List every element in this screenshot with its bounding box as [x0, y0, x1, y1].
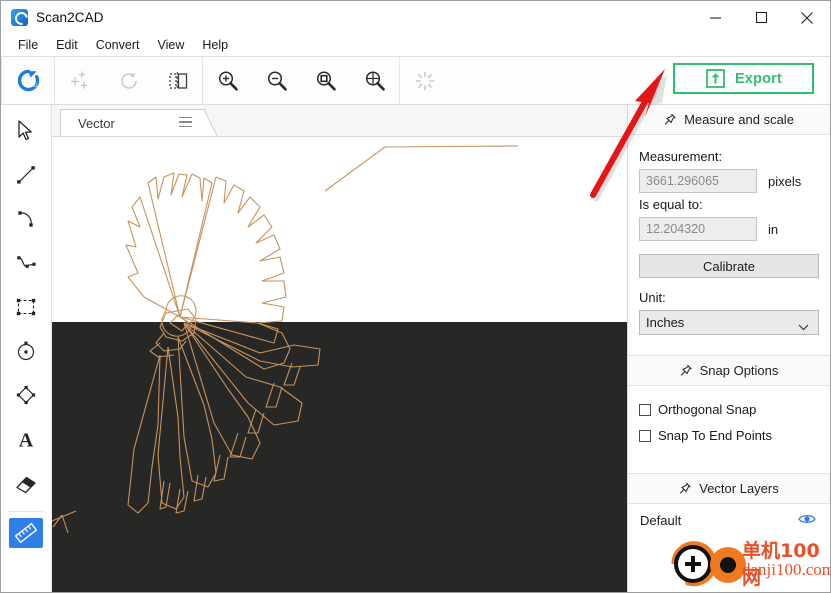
title-bar: Scan2CAD	[1, 1, 830, 34]
measurement-unit-label: pixels	[768, 173, 802, 189]
window-title: Scan2CAD	[36, 10, 104, 25]
zoom-in-icon[interactable]	[203, 57, 252, 104]
rectangle-tool[interactable]	[3, 285, 49, 329]
snap-panel-header[interactable]: Snap Options	[628, 355, 830, 386]
tab-slant-border	[204, 109, 220, 136]
window-controls	[692, 1, 830, 34]
svg-text:2CAD: 2CAD	[24, 83, 38, 89]
snap-to-end-points-label: Snap To End Points	[658, 428, 772, 443]
chevron-down-icon	[798, 319, 809, 334]
eraser-tool[interactable]	[3, 461, 49, 505]
is-equal-to-label: Is equal to:	[639, 197, 703, 212]
upload-arrow-icon	[706, 69, 725, 88]
convert-icon[interactable]: 2CAD	[2, 57, 54, 104]
maximize-icon[interactable]	[738, 1, 784, 34]
snap-panel-body: Orthogonal Snap Snap To End Points	[628, 386, 830, 460]
export-button[interactable]: Export	[673, 63, 814, 94]
spline-tool[interactable]	[3, 241, 49, 285]
line-tool[interactable]	[3, 153, 49, 197]
hamburger-menu-icon[interactable]	[179, 117, 192, 128]
menu-item-help[interactable]: Help	[193, 36, 237, 54]
vector-canvas[interactable]	[52, 137, 627, 592]
snap-to-end-points-row[interactable]: Snap To End Points	[639, 428, 819, 443]
zoom-fit-icon[interactable]	[301, 57, 350, 104]
unit-select[interactable]: Inches	[639, 310, 819, 335]
orthogonal-snap-label: Orthogonal Snap	[658, 402, 757, 417]
polygon-tool[interactable]	[3, 373, 49, 417]
is-equal-to-row: 12.204320 in	[639, 217, 819, 241]
export-button-label: Export	[734, 70, 783, 87]
tab-vector-label: Vector	[78, 115, 115, 131]
unit-select-value: Inches	[646, 315, 685, 330]
menu-item-file[interactable]: File	[9, 36, 47, 54]
menu-bar: File Edit Convert View Help	[1, 34, 830, 57]
unit-label: Unit:	[639, 290, 666, 305]
export-button-wrapper: Export	[673, 63, 814, 94]
loading-spinner-icon	[400, 57, 449, 104]
layers-panel-title: Vector Layers	[699, 481, 779, 496]
auto-enhance-icon	[55, 57, 104, 104]
eye-visible-icon[interactable]	[798, 513, 816, 528]
text-tool[interactable]: A	[3, 417, 49, 461]
tool-rail: A	[1, 105, 52, 592]
measure-panel-body: Measurement: 3661.296065 pixels Is equal…	[628, 135, 830, 341]
right-panel: Measure and scale Measurement: 3661.2960…	[627, 105, 830, 592]
rail-divider	[8, 511, 44, 512]
snap-panel-title: Snap Options	[699, 363, 779, 378]
orthogonal-snap-row[interactable]: Orthogonal Snap	[639, 402, 819, 417]
svg-text:A: A	[19, 430, 34, 451]
pin-icon	[664, 113, 676, 125]
panel-spacer	[628, 528, 830, 592]
measure-panel-header[interactable]: Measure and scale	[628, 105, 830, 135]
is-equal-to-unit-label: in	[768, 221, 779, 237]
main-toolbar: 2CAD Export	[1, 57, 830, 105]
mirror-flip-icon[interactable]	[153, 57, 202, 104]
measurement-row: 3661.296065 pixels	[639, 169, 819, 193]
zoom-out-icon[interactable]	[252, 57, 301, 104]
pin-icon	[680, 482, 692, 494]
calibrate-button[interactable]: Calibrate	[639, 254, 819, 278]
measurement-label: Measurement:	[639, 149, 723, 164]
pin-icon	[680, 364, 692, 376]
tab-strip: Vector	[52, 105, 627, 137]
is-equal-to-input[interactable]: 12.204320	[639, 217, 757, 241]
fan-shell-vector-drawing	[52, 145, 519, 534]
application-window: Scan2CAD File Edit Convert View Help 2CA…	[0, 0, 831, 593]
layers-panel-header[interactable]: Vector Layers	[628, 473, 830, 504]
layer-row-default[interactable]: Default	[628, 504, 830, 528]
menu-item-view[interactable]: View	[148, 36, 193, 54]
circle-tool[interactable]	[3, 329, 49, 373]
close-icon[interactable]	[784, 1, 830, 34]
scan2cad-logo-icon	[11, 9, 28, 26]
orthogonal-snap-checkbox[interactable]	[639, 403, 651, 416]
tab-vector[interactable]: Vector	[60, 109, 205, 136]
arc-tool[interactable]	[3, 197, 49, 241]
measure-panel-title: Measure and scale	[684, 112, 794, 127]
layer-name: Default	[640, 513, 682, 528]
measurement-input[interactable]: 3661.296065	[639, 169, 757, 193]
measure-tool[interactable]	[9, 518, 43, 548]
menu-item-convert[interactable]: Convert	[87, 36, 149, 54]
zoom-selection-icon[interactable]	[350, 57, 399, 104]
minimize-icon[interactable]	[692, 1, 738, 34]
snap-to-end-points-checkbox[interactable]	[639, 429, 651, 442]
rotate-icon	[104, 57, 153, 104]
document-area: Vector	[52, 105, 627, 592]
workspace: A Vector Measure and scale Measurement: …	[1, 105, 830, 592]
menu-item-edit[interactable]: Edit	[47, 36, 87, 54]
select-tool[interactable]	[3, 109, 49, 153]
